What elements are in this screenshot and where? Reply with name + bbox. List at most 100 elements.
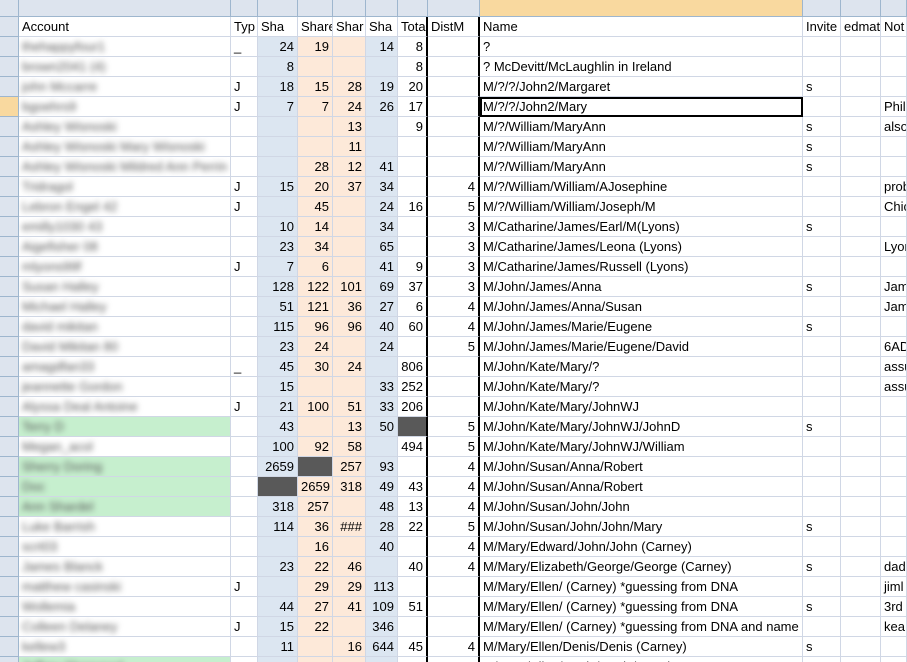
cell-F[interactable]: 41 — [366, 157, 398, 177]
cell-D[interactable]: 6 — [298, 257, 333, 277]
cell-H[interactable]: 5 — [428, 417, 480, 437]
cell-E[interactable]: 13 — [333, 117, 366, 137]
row-header[interactable] — [0, 37, 19, 57]
cell-H[interactable]: 4 — [428, 557, 480, 577]
cell-J[interactable] — [803, 197, 841, 217]
cell-E[interactable] — [333, 377, 366, 397]
cell-K[interactable] — [841, 397, 881, 417]
cell-D[interactable]: 100 — [298, 397, 333, 417]
cell-F[interactable] — [366, 657, 398, 662]
cell-F[interactable]: 27 — [366, 297, 398, 317]
cell-E[interactable]: ### — [333, 517, 366, 537]
cell-D[interactable]: 2659 — [298, 477, 333, 497]
cell-C[interactable]: 23 — [258, 337, 298, 357]
cell-G[interactable] — [398, 237, 428, 257]
cell-K[interactable] — [841, 197, 881, 217]
cell-C[interactable]: 11 — [258, 637, 298, 657]
cell-I[interactable]: M/John/Susan/John/John/Mary — [480, 517, 803, 537]
column-header-F[interactable] — [366, 0, 398, 17]
cell-K[interactable] — [841, 277, 881, 297]
cell-A[interactable]: Tridragol — [19, 177, 231, 197]
header-cell-D[interactable]: Shared — [298, 17, 333, 37]
header-cell-L[interactable]: Not — [881, 17, 907, 37]
cell-D[interactable] — [298, 657, 333, 662]
row-header[interactable] — [0, 477, 19, 497]
cell-A[interactable]: Luke Barrish — [19, 517, 231, 537]
cell-E[interactable]: 41 — [333, 597, 366, 617]
cell-B[interactable]: J — [231, 257, 258, 277]
cell-J[interactable] — [803, 177, 841, 197]
cell-K[interactable] — [841, 237, 881, 257]
cell-H[interactable]: 4 — [428, 457, 480, 477]
cell-H[interactable]: 5 — [428, 337, 480, 357]
cell-L[interactable] — [881, 517, 907, 537]
cell-F[interactable] — [366, 357, 398, 377]
cell-E[interactable]: 29 — [333, 577, 366, 597]
column-header-G[interactable] — [398, 0, 428, 17]
cell-C[interactable] — [258, 157, 298, 177]
cell-D[interactable]: 257 — [298, 497, 333, 517]
cell-H[interactable]: 5 — [428, 197, 480, 217]
header-cell-J[interactable]: Invite — [803, 17, 841, 37]
cell-K[interactable] — [841, 437, 881, 457]
cell-J[interactable]: s — [803, 77, 841, 97]
cell-A[interactable]: Colleen Delaney — [19, 617, 231, 637]
cell-K[interactable] — [841, 537, 881, 557]
header-cell-F[interactable]: Sha — [366, 17, 398, 37]
row-header[interactable] — [0, 97, 19, 117]
cell-F[interactable]: 109 — [366, 597, 398, 617]
cell-I[interactable]: M/John/Kate/Mary/? — [480, 357, 803, 377]
cell-F[interactable] — [366, 57, 398, 77]
cell-K[interactable] — [841, 357, 881, 377]
cell-D[interactable] — [298, 417, 333, 437]
cell-E[interactable]: 28 — [333, 77, 366, 97]
cell-B[interactable]: _ — [231, 357, 258, 377]
cell-F[interactable]: 93 — [366, 457, 398, 477]
cell-I[interactable]: M/John/James/Marie/Eugene/David — [480, 337, 803, 357]
cell-J[interactable] — [803, 297, 841, 317]
cell-L[interactable] — [881, 77, 907, 97]
cell-J[interactable] — [803, 57, 841, 77]
cell-G[interactable] — [398, 157, 428, 177]
cell-G[interactable]: 806 — [398, 357, 428, 377]
cell-K[interactable] — [841, 657, 881, 662]
cell-E[interactable]: 36 — [333, 297, 366, 317]
cell-E[interactable]: 16 — [333, 637, 366, 657]
cell-G[interactable]: 40 — [398, 557, 428, 577]
cell-G[interactable]: 60 — [398, 317, 428, 337]
cell-I[interactable]: M/John/Susan/John/John — [480, 497, 803, 517]
cell-D[interactable] — [298, 57, 333, 77]
cell-D[interactable] — [298, 637, 333, 657]
cell-B[interactable] — [231, 557, 258, 577]
cell-F[interactable]: 69 — [366, 277, 398, 297]
cell-K[interactable] — [841, 597, 881, 617]
cell-K[interactable] — [841, 417, 881, 437]
cell-A[interactable]: James Blanck — [19, 557, 231, 577]
cell-A[interactable]: Lebron Engel 42 — [19, 197, 231, 217]
cell-G[interactable]: 43 — [398, 477, 428, 497]
cell-H[interactable]: 5 — [428, 517, 480, 537]
cell-C[interactable]: 23 — [258, 557, 298, 577]
cell-A[interactable]: Terry D — [19, 417, 231, 437]
cell-I[interactable]: M/John/Kate/Mary/JohnWJ/JohnD — [480, 417, 803, 437]
cell-A[interactable]: Megan_acol — [19, 437, 231, 457]
column-header-H[interactable] — [428, 0, 480, 17]
cell-I[interactable]: M/?/William/MaryAnn — [480, 117, 803, 137]
cell-A[interactable]: Jeffrey Sherwood — [19, 657, 231, 662]
cell-J[interactable] — [803, 397, 841, 417]
cell-F[interactable]: 40 — [366, 317, 398, 337]
cell-L[interactable] — [881, 537, 907, 557]
cell-E[interactable] — [333, 497, 366, 517]
cell-E[interactable] — [333, 657, 366, 662]
cell-C[interactable] — [258, 197, 298, 217]
cell-H[interactable] — [428, 397, 480, 417]
cell-L[interactable]: also — [881, 117, 907, 137]
cell-K[interactable] — [841, 557, 881, 577]
cell-H[interactable] — [428, 117, 480, 137]
cell-A[interactable]: Ann Shardel — [19, 497, 231, 517]
cell-C[interactable]: 21 — [258, 397, 298, 417]
cell-L[interactable] — [881, 497, 907, 517]
header-cell-K[interactable]: edmatc — [841, 17, 881, 37]
cell-J[interactable] — [803, 357, 841, 377]
cell-L[interactable]: Phil — [881, 97, 907, 117]
